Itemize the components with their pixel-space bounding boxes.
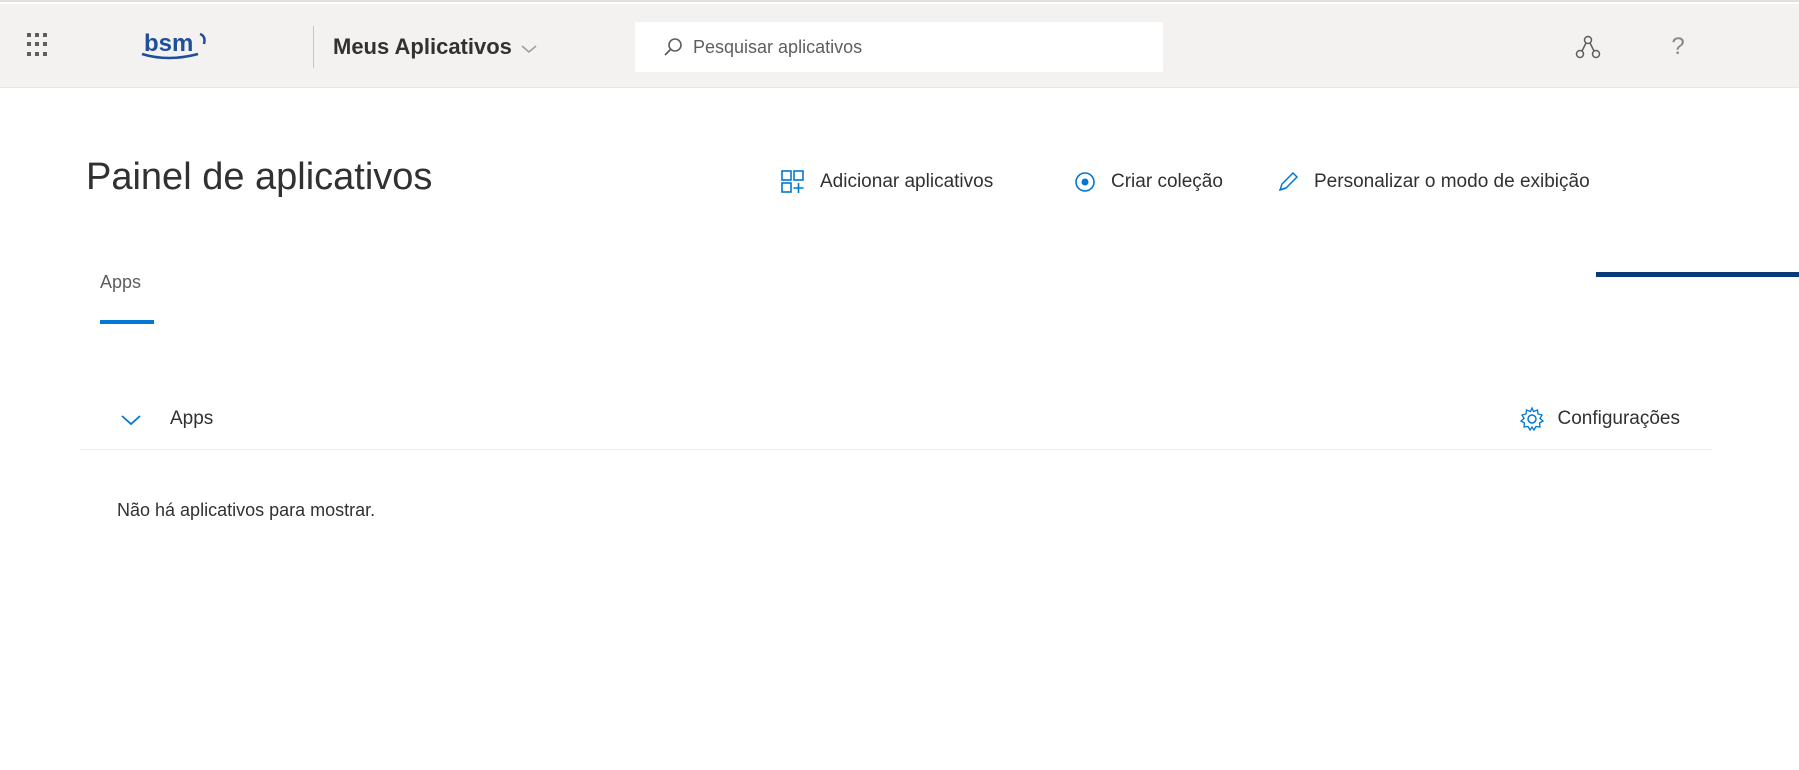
help-glyph: ? (1671, 33, 1685, 60)
settings-label: Configurações (1557, 408, 1680, 429)
tab-selected-indicator (100, 320, 154, 324)
collapse-toggle-button[interactable] (118, 407, 144, 433)
apps-section-header: Apps Configurações (80, 390, 1712, 450)
chevron-down-icon (521, 45, 537, 54)
bsm-logo: bsm (141, 30, 206, 60)
header-divider (313, 26, 314, 68)
add-apps-button[interactable]: Adicionar aplicativos (780, 165, 993, 199)
search-input[interactable] (693, 36, 1153, 58)
accent-bar (1596, 272, 1799, 277)
empty-state-message: Não há aplicativos para mostrar. (117, 500, 376, 520)
organization-icon[interactable] (1573, 32, 1603, 62)
section-title: Apps (170, 408, 214, 429)
tab-apps[interactable]: Apps (100, 272, 141, 293)
logo-text: bsm (144, 30, 193, 57)
top-bar: bsm Meus Aplicativos Pesquisar aplicativ… (0, 4, 1799, 88)
app-switcher-button[interactable]: Meus Aplicativos (333, 32, 538, 62)
search-icon (664, 38, 682, 56)
customize-view-label: Personalizar o modo de exibição (1314, 171, 1590, 192)
add-apps-label: Adicionar aplicativos (820, 171, 994, 192)
add-grid-icon (781, 170, 804, 193)
chevron-down-icon (121, 415, 141, 426)
search-box[interactable] (635, 22, 1163, 72)
app-window: bsm Meus Aplicativos Pesquisar aplicativ… (0, 0, 1799, 770)
settings-button[interactable]: Configurações (1519, 404, 1680, 434)
create-collection-button[interactable]: Criar coleção (1073, 165, 1223, 199)
customize-view-button[interactable]: Personalizar o modo de exibição (1276, 165, 1590, 199)
app-launcher-icon[interactable] (27, 33, 51, 57)
page-title: Painel de aplicativos (86, 156, 433, 198)
help-icon[interactable]: ? (1663, 32, 1693, 62)
app-switcher-label: Meus Aplicativos (333, 34, 512, 59)
create-collection-label: Criar coleção (1111, 171, 1223, 192)
pencil-icon (1278, 171, 1299, 192)
target-icon (1075, 172, 1095, 192)
gear-icon (1520, 406, 1545, 432)
